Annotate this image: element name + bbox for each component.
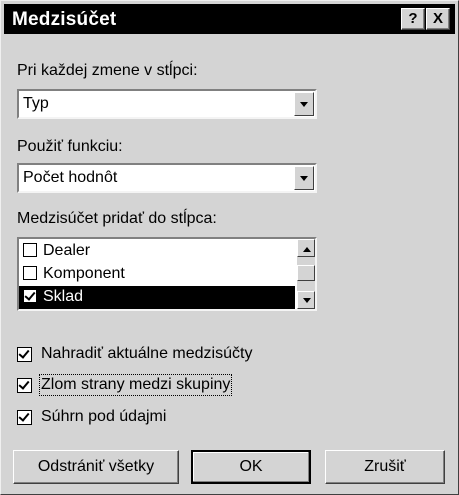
chevron-up-icon (303, 247, 311, 252)
list-item-label: Dealer (43, 242, 91, 259)
close-icon: X (432, 10, 443, 27)
function-dropdown-button[interactable] (294, 166, 314, 190)
list-item-label: Sklad (43, 288, 84, 305)
list-item[interactable]: Dealer (19, 240, 295, 263)
help-icon: ? (408, 10, 418, 27)
replace-current-checkbox[interactable] (17, 347, 32, 362)
cancel-button[interactable]: Zrušiť (325, 450, 445, 484)
add-to-listbox[interactable]: Dealer Komponent Sklad (17, 237, 317, 311)
subtotal-dialog: Medzisúčet ? X Pri každej zmene v stĺpci… (0, 0, 459, 495)
replace-current-label: Nahradiť aktuálne medzisúčty (41, 345, 253, 362)
dialog-title: Medzisúčet (12, 9, 117, 30)
help-button[interactable]: ? (401, 8, 425, 30)
list-item[interactable]: Komponent (19, 263, 295, 286)
remove-all-button[interactable]: Odstrániť všetky (13, 450, 179, 484)
function-label: Použiť funkciu: (17, 138, 123, 155)
function-value: Počet hodnôt (23, 169, 118, 186)
group-by-value: Typ (23, 95, 49, 112)
list-item-checkbox[interactable] (23, 289, 37, 303)
list-item-label: Komponent (43, 265, 125, 282)
page-break-label: Zlom strany medzi skupiny (38, 374, 233, 396)
function-select[interactable]: Počet hodnôt (17, 163, 317, 193)
chevron-down-icon (303, 298, 311, 303)
add-to-label: Medzisúčet pridať do stĺpca: (17, 210, 217, 227)
list-item-checkbox[interactable] (23, 266, 37, 280)
scroll-up-button[interactable] (297, 239, 315, 257)
summary-below-label: Súhrn pod údajmi (41, 408, 167, 425)
page-break-checkbox[interactable] (17, 378, 32, 393)
list-item-selected[interactable]: Sklad (19, 286, 295, 309)
chevron-down-icon (300, 176, 308, 181)
list-item-checkbox[interactable] (23, 243, 37, 257)
ok-button[interactable]: OK (191, 450, 311, 484)
list-scrollbar[interactable] (297, 239, 315, 309)
scroll-thumb[interactable] (297, 265, 315, 281)
chevron-down-icon (300, 102, 308, 107)
group-by-select[interactable]: Typ (17, 89, 317, 119)
group-by-label: Pri každej zmene v stĺpci: (17, 62, 198, 79)
group-by-dropdown-button[interactable] (294, 92, 314, 116)
summary-below-checkbox[interactable] (17, 410, 32, 425)
scroll-down-button[interactable] (297, 291, 315, 309)
title-bar: Medzisúčet ? X (4, 4, 455, 34)
close-button[interactable]: X (426, 8, 450, 30)
